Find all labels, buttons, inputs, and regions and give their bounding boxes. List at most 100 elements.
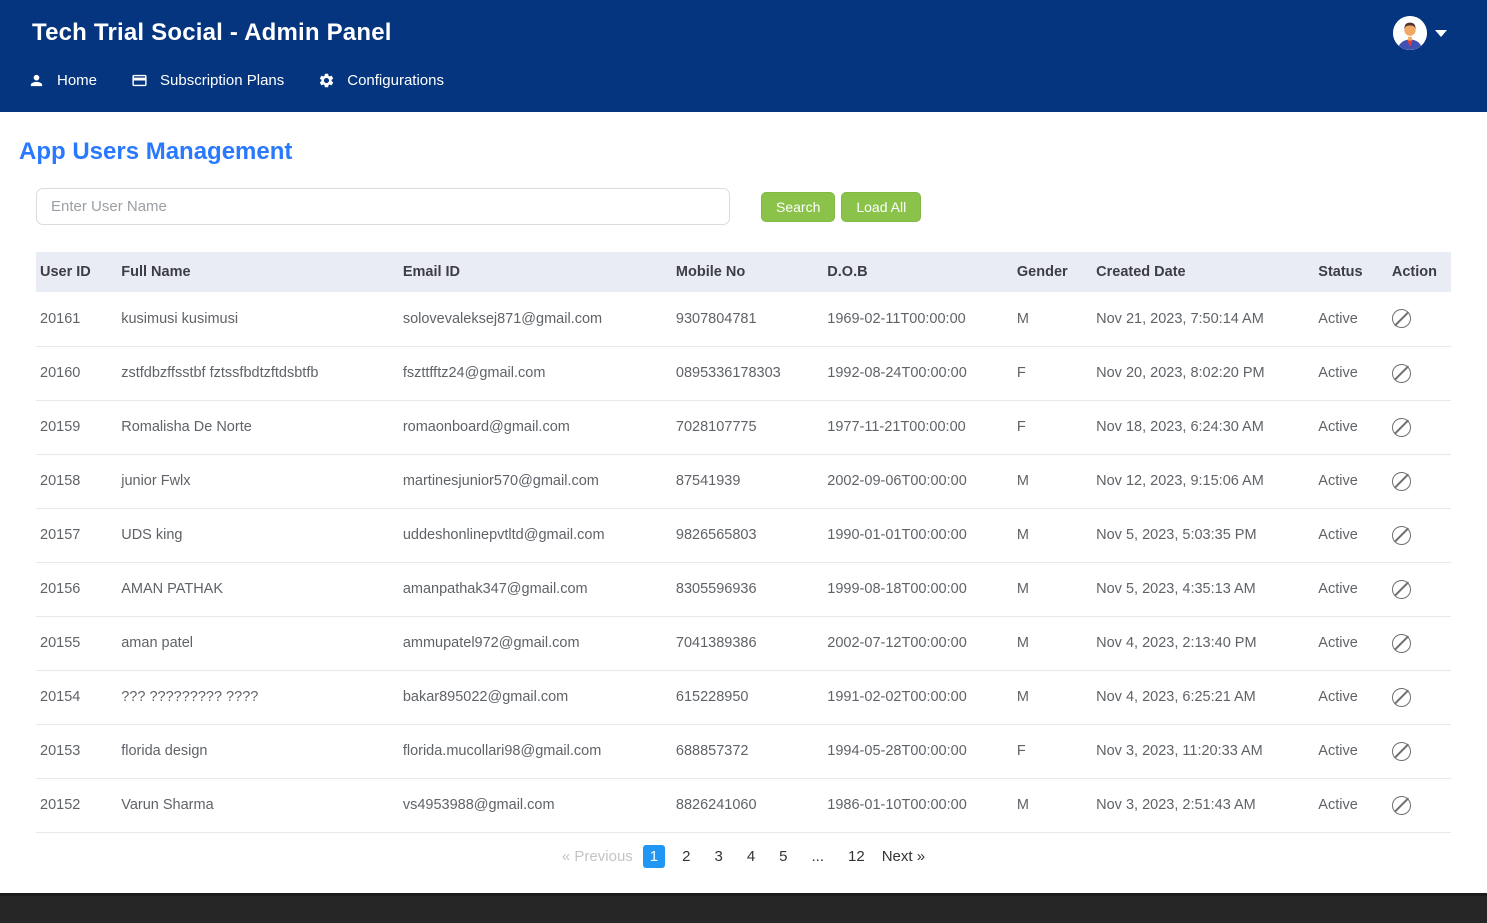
status-badge: Active <box>1312 508 1386 562</box>
cell-user-id: 20159 <box>36 400 115 454</box>
table-body: 20161 kusimusi kusimusi solovevaleksej87… <box>36 292 1451 832</box>
cell-created-date: Nov 4, 2023, 2:13:40 PM <box>1090 616 1312 670</box>
cell-action <box>1386 508 1451 562</box>
ban-icon[interactable] <box>1392 796 1411 815</box>
ban-icon[interactable] <box>1392 364 1411 383</box>
page-link-2[interactable]: 2 <box>675 845 697 868</box>
status-badge: Active <box>1312 346 1386 400</box>
cell-user-id: 20160 <box>36 346 115 400</box>
ban-icon[interactable] <box>1392 688 1411 707</box>
search-input[interactable] <box>36 188 730 225</box>
table-row: 20156 AMAN PATHAK amanpathak347@gmail.co… <box>36 562 1451 616</box>
page-link-4[interactable]: 4 <box>740 845 762 868</box>
nav-label-subscription-plans: Subscription Plans <box>160 72 284 89</box>
table-row: 20153 florida design florida.mucollari98… <box>36 724 1451 778</box>
col-dob: D.O.B <box>821 252 1011 292</box>
cell-user-id: 20161 <box>36 292 115 346</box>
main-nav: Home Subscription Plans Configurations <box>0 58 1487 112</box>
cell-email: bakar895022@gmail.com <box>397 670 670 724</box>
status-badge: Active <box>1312 778 1386 832</box>
cell-full-name: Varun Sharma <box>115 778 397 832</box>
cell-action <box>1386 292 1451 346</box>
cell-gender: M <box>1011 508 1090 562</box>
ban-icon[interactable] <box>1392 418 1411 437</box>
cell-created-date: Nov 12, 2023, 9:15:06 AM <box>1090 454 1312 508</box>
cell-mobile: 7028107775 <box>670 400 821 454</box>
table-row: 20160 zstfdbzffsstbf fztssfbdtzftdsbtfb … <box>36 346 1451 400</box>
cell-email: martinesjunior570@gmail.com <box>397 454 670 508</box>
cell-mobile: 8305596936 <box>670 562 821 616</box>
col-mobile-no: Mobile No <box>670 252 821 292</box>
cell-user-id: 20156 <box>36 562 115 616</box>
ban-icon[interactable] <box>1392 526 1411 545</box>
table-row: 20157 UDS king uddeshonlinepvtltd@gmail.… <box>36 508 1451 562</box>
cell-full-name: florida design <box>115 724 397 778</box>
cell-email: amanpathak347@gmail.com <box>397 562 670 616</box>
ban-icon[interactable] <box>1392 742 1411 761</box>
cell-created-date: Nov 4, 2023, 6:25:21 AM <box>1090 670 1312 724</box>
page-link-12[interactable]: 12 <box>841 845 872 868</box>
cell-dob: 1977-11-21T00:00:00 <box>821 400 1011 454</box>
next-page-link[interactable]: Next » <box>882 848 925 865</box>
cell-action <box>1386 670 1451 724</box>
table-row: 20158 junior Fwlx martinesjunior570@gmai… <box>36 454 1451 508</box>
page-link-1[interactable]: 1 <box>643 845 665 868</box>
page-link-...[interactable]: ... <box>805 845 832 868</box>
search-bar: Search Load All <box>36 188 1451 225</box>
ban-icon[interactable] <box>1392 634 1411 653</box>
nav-item-configurations[interactable]: Configurations <box>318 72 444 89</box>
user-menu[interactable] <box>1393 16 1447 50</box>
page-link-3[interactable]: 3 <box>707 845 729 868</box>
col-email-id: Email ID <box>397 252 670 292</box>
cell-user-id: 20152 <box>36 778 115 832</box>
status-badge: Active <box>1312 670 1386 724</box>
ban-icon[interactable] <box>1392 472 1411 491</box>
cell-dob: 2002-07-12T00:00:00 <box>821 616 1011 670</box>
search-button[interactable]: Search <box>761 192 835 222</box>
cell-created-date: Nov 21, 2023, 7:50:14 AM <box>1090 292 1312 346</box>
app-header: Tech Trial Social - Admin Panel <box>0 0 1487 112</box>
cell-gender: M <box>1011 778 1090 832</box>
search-buttons: Search Load All <box>761 192 921 222</box>
cell-action <box>1386 346 1451 400</box>
cell-created-date: Nov 5, 2023, 4:35:13 AM <box>1090 562 1312 616</box>
load-all-button[interactable]: Load All <box>841 192 921 222</box>
main-content: App Users Management Search Load All Use… <box>0 138 1487 868</box>
cell-user-id: 20154 <box>36 670 115 724</box>
ban-icon[interactable] <box>1392 309 1411 328</box>
card-icon <box>131 72 148 89</box>
cell-email: uddeshonlinepvtltd@gmail.com <box>397 508 670 562</box>
cell-full-name: junior Fwlx <box>115 454 397 508</box>
person-icon <box>28 72 45 89</box>
cell-email: florida.mucollari98@gmail.com <box>397 724 670 778</box>
cell-action <box>1386 616 1451 670</box>
cell-mobile: 7041389386 <box>670 616 821 670</box>
nav-item-home[interactable]: Home <box>28 72 97 89</box>
previous-page-link[interactable]: « Previous <box>562 848 633 865</box>
cell-full-name: kusimusi kusimusi <box>115 292 397 346</box>
status-badge: Active <box>1312 724 1386 778</box>
status-badge: Active <box>1312 616 1386 670</box>
status-badge: Active <box>1312 292 1386 346</box>
cell-mobile: 9826565803 <box>670 508 821 562</box>
page-title: App Users Management <box>19 138 1451 166</box>
cell-user-id: 20153 <box>36 724 115 778</box>
cell-created-date: Nov 3, 2023, 11:20:33 AM <box>1090 724 1312 778</box>
cell-gender: M <box>1011 454 1090 508</box>
cell-created-date: Nov 18, 2023, 6:24:30 AM <box>1090 400 1312 454</box>
cell-action <box>1386 562 1451 616</box>
page-link-5[interactable]: 5 <box>772 845 794 868</box>
chevron-down-icon[interactable] <box>1435 30 1447 37</box>
ban-icon[interactable] <box>1392 580 1411 599</box>
users-table: User ID Full Name Email ID Mobile No D.O… <box>36 252 1451 833</box>
col-created-date: Created Date <box>1090 252 1312 292</box>
cell-created-date: Nov 5, 2023, 5:03:35 PM <box>1090 508 1312 562</box>
cell-dob: 1991-02-02T00:00:00 <box>821 670 1011 724</box>
nav-item-subscription-plans[interactable]: Subscription Plans <box>131 72 284 89</box>
pagination-pages: 12345...12 <box>643 845 872 868</box>
cell-user-id: 20158 <box>36 454 115 508</box>
user-avatar-icon[interactable] <box>1393 16 1427 50</box>
cell-mobile: 87541939 <box>670 454 821 508</box>
cell-action <box>1386 454 1451 508</box>
cell-full-name: aman patel <box>115 616 397 670</box>
